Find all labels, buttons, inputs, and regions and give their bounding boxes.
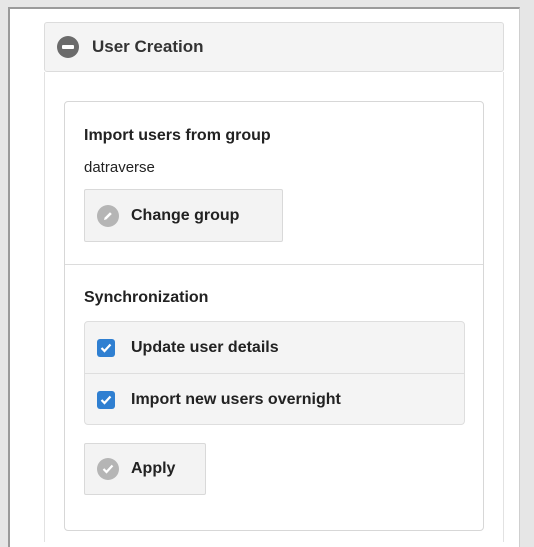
minus-circle-icon[interactable] <box>57 36 79 58</box>
apply-label: Apply <box>131 460 176 477</box>
sync-options-list: Update user details Import new users ove… <box>84 321 465 425</box>
group-name: datraverse <box>84 159 155 176</box>
change-group-label: Change group <box>131 206 240 224</box>
pencil-icon <box>97 204 119 227</box>
apply-button[interactable]: Apply <box>84 443 206 495</box>
panel-title: User Creation <box>92 37 204 56</box>
section-divider <box>65 264 483 265</box>
import-new-users-overnight-option[interactable]: Import new users overnight <box>85 373 464 425</box>
update-user-details-label: Update user details <box>131 338 279 356</box>
import-new-users-overnight-label: Import new users overnight <box>131 390 341 408</box>
sync-section-heading: Synchronization <box>84 289 209 306</box>
checkbox-checked-icon[interactable] <box>97 338 115 357</box>
update-user-details-option[interactable]: Update user details <box>85 322 464 373</box>
checkbox-checked-icon[interactable] <box>97 390 115 409</box>
change-group-button[interactable]: Change group <box>84 189 283 242</box>
import-section-heading: Import users from group <box>84 127 271 144</box>
user-creation-panel-header[interactable]: User Creation <box>44 22 504 72</box>
checkmark-icon <box>97 458 119 480</box>
settings-card: Import users from group datraverse Chang… <box>64 101 484 531</box>
